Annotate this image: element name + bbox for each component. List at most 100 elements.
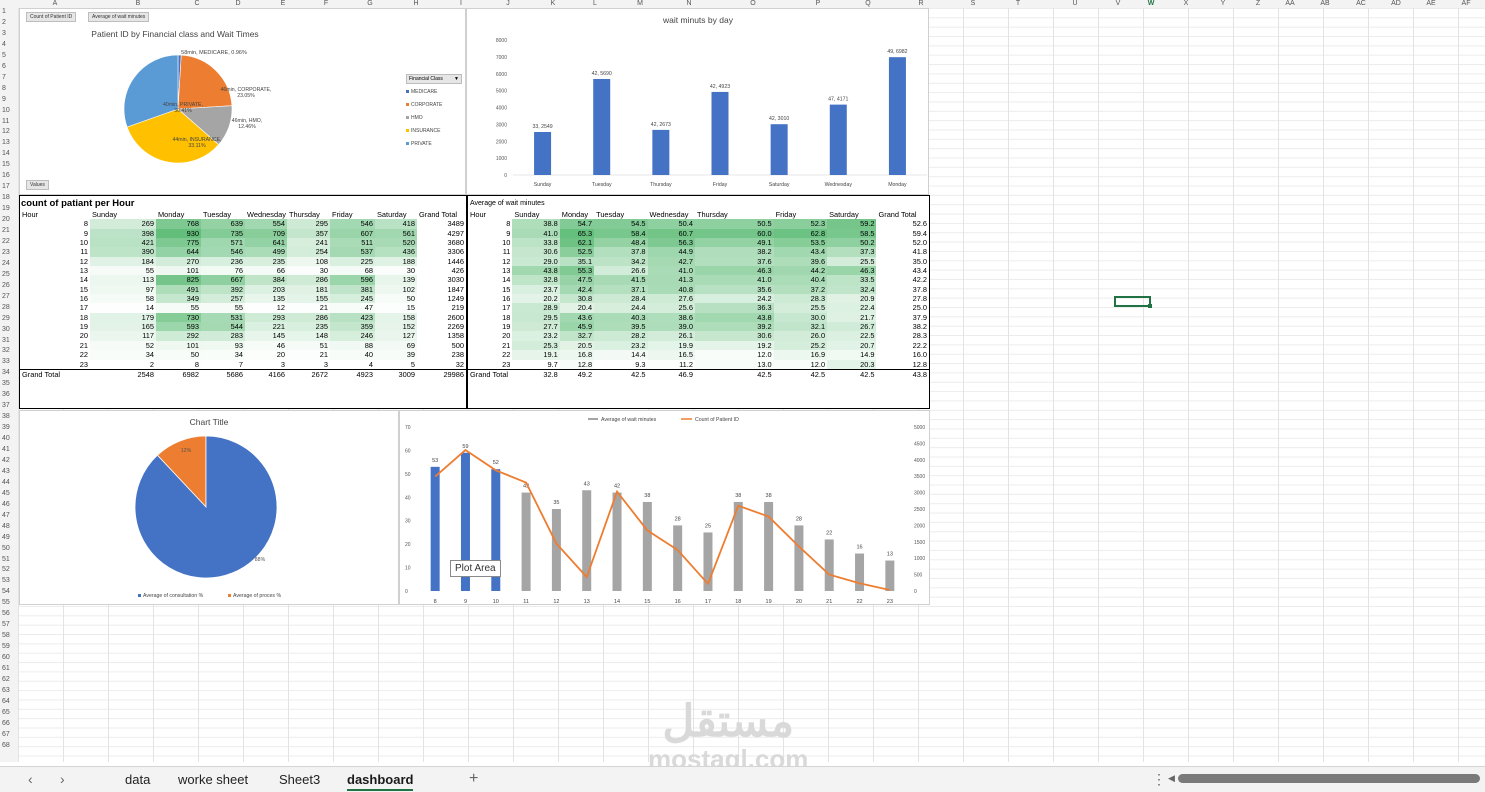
tab-worke-sheet[interactable]: worke sheet [178, 771, 248, 789]
value-cell[interactable]: 500 [417, 341, 466, 350]
value-cell[interactable]: 554 [245, 219, 287, 229]
row-header[interactable]: 55 [0, 599, 18, 606]
value-cell[interactable]: 25.3 [512, 340, 560, 351]
value-cell[interactable]: 55 [156, 303, 201, 313]
value-cell[interactable]: 30.6 [694, 331, 774, 341]
total-cell[interactable]: 42.5 [694, 368, 774, 380]
value-cell[interactable]: 33.8 [512, 238, 560, 248]
value-cell[interactable]: 101 [156, 266, 201, 276]
column-header-cell[interactable]: Grand Total [417, 210, 466, 219]
value-cell[interactable]: 12 [245, 303, 287, 313]
value-cell[interactable]: 269 [90, 219, 156, 229]
column-header-s[interactable]: S [971, 0, 976, 8]
value-cell[interactable]: 52.5 [559, 247, 595, 257]
value-cell[interactable]: 49.1 [694, 238, 774, 248]
value-cell[interactable]: 245 [330, 294, 375, 304]
value-cell[interactable]: 37.9 [876, 313, 929, 322]
add-sheet-icon[interactable]: + [469, 770, 478, 788]
row-header[interactable]: 67 [0, 731, 18, 738]
value-cell[interactable]: 28.2 [594, 331, 648, 341]
value-cell[interactable]: 40.4 [773, 275, 828, 285]
value-cell[interactable]: 257 [201, 294, 245, 304]
value-cell[interactable]: 236 [201, 256, 245, 267]
value-cell[interactable]: 12.0 [773, 359, 828, 370]
row-header[interactable]: 36 [0, 391, 18, 398]
hour-cell[interactable]: 9 [20, 229, 90, 238]
value-cell[interactable]: 203 [245, 284, 287, 295]
value-cell[interactable]: 436 [375, 247, 417, 257]
value-cell[interactable]: 22.2 [876, 341, 929, 350]
value-cell[interactable]: 25.2 [773, 340, 828, 351]
row-header[interactable]: 2 [0, 19, 18, 26]
row-header[interactable]: 14 [0, 150, 18, 157]
value-cell[interactable]: 47 [330, 303, 375, 313]
value-cell[interactable]: 235 [245, 256, 287, 267]
value-cell[interactable]: 44.9 [647, 247, 695, 257]
value-cell[interactable]: 58 [90, 294, 156, 304]
value-cell[interactable]: 127 [375, 331, 417, 341]
hour-cell[interactable]: 23 [20, 360, 90, 370]
value-cell[interactable]: 293 [245, 312, 287, 323]
value-cell[interactable]: 3 [245, 359, 287, 370]
value-cell[interactable]: 537 [330, 247, 375, 257]
value-cell[interactable]: 35.1 [559, 256, 595, 267]
value-cell[interactable]: 644 [156, 247, 201, 257]
hour-cell[interactable]: 15 [20, 285, 90, 294]
value-cell[interactable]: 25.6 [647, 303, 695, 313]
value-cell[interactable]: 15 [375, 303, 417, 313]
value-cell[interactable]: 135 [245, 294, 287, 304]
value-cell[interactable]: 20 [245, 350, 287, 360]
combo-bar[interactable] [642, 501, 652, 591]
column-header-q[interactable]: Q [865, 0, 870, 8]
value-cell[interactable]: 60.0 [694, 228, 774, 239]
bar1-bar[interactable] [534, 131, 552, 175]
value-cell[interactable]: 58.5 [827, 228, 877, 239]
bar1-bar[interactable] [652, 129, 670, 175]
column-header-cell[interactable]: Friday [330, 210, 375, 219]
prev-sheet-icon[interactable]: ‹ [28, 771, 33, 787]
row-header[interactable]: 17 [0, 183, 18, 190]
value-cell[interactable]: 46.3 [827, 266, 877, 276]
row-header[interactable]: 9 [0, 96, 18, 103]
value-cell[interactable]: 158 [375, 312, 417, 323]
bar1-bar[interactable] [770, 124, 788, 175]
value-cell[interactable]: 53.5 [773, 238, 828, 248]
value-cell[interactable]: 1249 [417, 294, 466, 303]
value-cell[interactable]: 392 [201, 284, 245, 295]
row-header[interactable]: 19 [0, 205, 18, 212]
row-header[interactable]: 64 [0, 698, 18, 705]
scroll-left-icon[interactable]: ◀ [1168, 773, 1175, 784]
value-cell[interactable]: 4297 [417, 229, 466, 238]
row-header[interactable]: 34 [0, 369, 18, 376]
hour-cell[interactable]: 13 [468, 266, 512, 275]
value-cell[interactable]: 24.4 [594, 303, 648, 313]
value-cell[interactable]: 421 [90, 238, 156, 248]
combo-bar[interactable] [824, 539, 834, 591]
value-cell[interactable]: 30.6 [512, 247, 560, 257]
value-cell[interactable]: 571 [201, 238, 245, 248]
count-pivot-table[interactable]: count of patiant per Hour Hour Sunday Mond… [19, 195, 467, 409]
row-header[interactable]: 30 [0, 326, 18, 333]
value-cell[interactable]: 38.6 [647, 312, 695, 323]
value-cell[interactable]: 241 [287, 238, 330, 248]
row-header[interactable]: 61 [0, 665, 18, 672]
value-cell[interactable]: 28.3 [773, 294, 828, 304]
row-header[interactable]: 39 [0, 424, 18, 431]
value-cell[interactable]: 12.0 [694, 350, 774, 360]
value-cell[interactable]: 20.3 [827, 359, 877, 370]
value-cell[interactable]: 181 [287, 284, 330, 295]
value-cell[interactable]: 295 [287, 219, 330, 229]
value-cell[interactable]: 14 [90, 303, 156, 313]
value-cell[interactable]: 29.0 [512, 256, 560, 267]
combo-bar[interactable] [551, 509, 561, 591]
value-cell[interactable]: 426 [417, 266, 466, 275]
value-cell[interactable]: 381 [330, 284, 375, 295]
hour-cell[interactable]: 8 [20, 219, 90, 228]
value-cell[interactable]: 59.2 [827, 219, 877, 229]
value-cell[interactable]: 768 [156, 219, 201, 229]
value-cell[interactable]: 491 [156, 284, 201, 295]
combo-bar[interactable] [855, 553, 865, 591]
value-cell[interactable]: 1358 [417, 331, 466, 340]
value-cell[interactable]: 238 [417, 350, 466, 359]
value-cell[interactable]: 4 [330, 359, 375, 370]
